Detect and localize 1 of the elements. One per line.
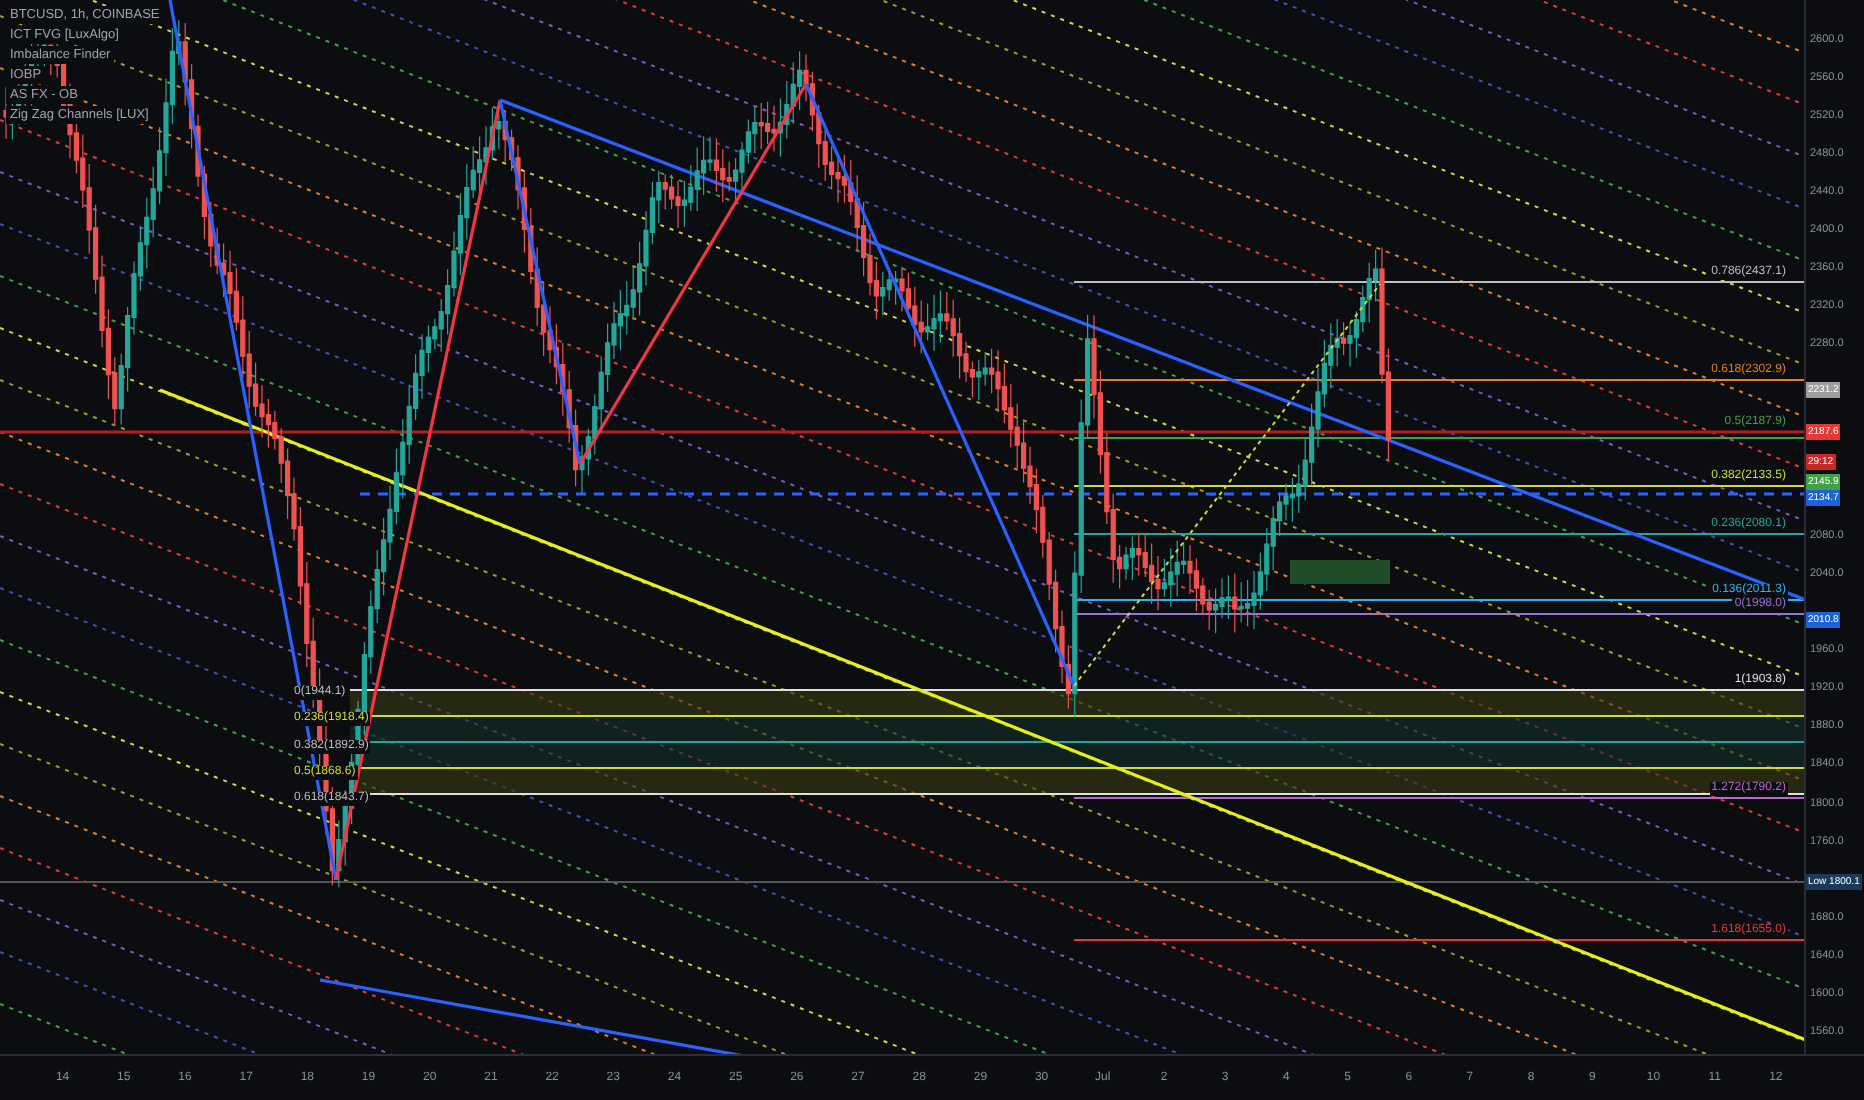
- order-block: [1290, 560, 1390, 584]
